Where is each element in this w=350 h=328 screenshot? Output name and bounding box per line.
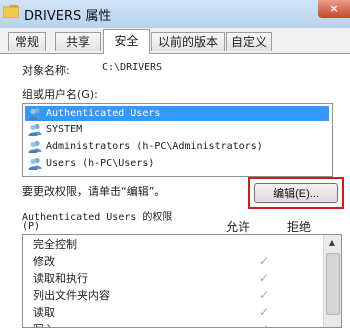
- object-name-value: C:\DRIVERS: [102, 62, 163, 73]
- permission-name: 读取: [33, 306, 55, 319]
- user-list[interactable]: Authenticated Users SYSTEM Administrator…: [22, 103, 333, 177]
- user-name: Authenticated Users: [46, 108, 161, 119]
- tab-bar: 常规 共享 安全 以前的版本 自定义: [0, 28, 350, 54]
- scroll-up-icon[interactable]: ▲: [326, 237, 338, 249]
- permission-row: 读取 ✓: [33, 304, 318, 321]
- user-item-system[interactable]: SYSTEM: [25, 122, 329, 137]
- users-group-icon: [28, 157, 42, 170]
- users-group-icon: [28, 107, 42, 120]
- tab-security[interactable]: 安全: [103, 29, 150, 54]
- users-group-icon: [28, 140, 42, 153]
- user-item-users[interactable]: Users (h-PC\Users): [25, 156, 329, 171]
- change-permissions-hint: 要更改权限，请单击“编辑”。: [22, 185, 166, 198]
- folder-icon: [3, 5, 19, 18]
- user-item-administrators[interactable]: Administrators (h-PC\Administrators): [25, 139, 329, 154]
- deny-column-header: 拒绝: [287, 220, 312, 234]
- tab-previous-versions[interactable]: 以前的版本: [151, 32, 225, 51]
- users-group-icon: [28, 123, 42, 136]
- permissions-list: 完全控制 修改 ✓ 读取和执行 ✓ 列出文件夹内容 ✓ 读取 ✓ 写入 ✓ ▲: [22, 234, 342, 328]
- scroll-thumb[interactable]: [326, 253, 340, 315]
- allow-check-icon: ✓: [259, 254, 270, 268]
- user-name: Users (h-PC\Users): [46, 158, 155, 169]
- edit-button[interactable]: 编辑(E)...: [254, 183, 338, 203]
- groups-label: 组或用户名(G):: [22, 88, 98, 101]
- permission-row: 读取和执行 ✓: [33, 270, 318, 287]
- user-name: Administrators (h-PC\Administrators): [46, 141, 263, 152]
- user-name: SYSTEM: [46, 124, 83, 135]
- title-bar: DRIVERS 属性 ×: [0, 0, 350, 29]
- window-title: DRIVERS 属性: [24, 9, 112, 24]
- allow-column-header: 允许: [226, 220, 251, 234]
- tab-sharing[interactable]: 共享: [55, 32, 101, 51]
- permission-name: 写入: [33, 321, 55, 327]
- permissions-title: Authenticated Users 的权限: [22, 212, 173, 223]
- object-name-label: 对象名称:: [22, 64, 70, 77]
- permission-row: 完全控制: [33, 236, 318, 253]
- permissions-accesskey: (P): [22, 221, 41, 232]
- permission-name: 读取和执行: [33, 272, 88, 285]
- permission-row: 修改 ✓: [33, 253, 318, 270]
- permissions-scrollbar[interactable]: ▲: [323, 235, 341, 327]
- allow-check-icon: ✓: [259, 271, 270, 285]
- tab-general[interactable]: 常规: [8, 32, 46, 51]
- permission-name: 完全控制: [33, 238, 77, 251]
- permission-name: 列出文件夹内容: [33, 289, 110, 302]
- user-item-authenticated-users[interactable]: Authenticated Users: [25, 106, 329, 121]
- allow-check-icon: ✓: [259, 321, 269, 327]
- allow-check-icon: ✓: [259, 288, 270, 302]
- permission-row: 写入 ✓: [33, 321, 318, 327]
- permission-row: 列出文件夹内容 ✓: [33, 287, 318, 304]
- permission-name: 修改: [33, 255, 55, 268]
- allow-check-icon: ✓: [259, 305, 270, 319]
- tab-customize[interactable]: 自定义: [226, 32, 272, 51]
- close-button[interactable]: ×: [318, 0, 350, 18]
